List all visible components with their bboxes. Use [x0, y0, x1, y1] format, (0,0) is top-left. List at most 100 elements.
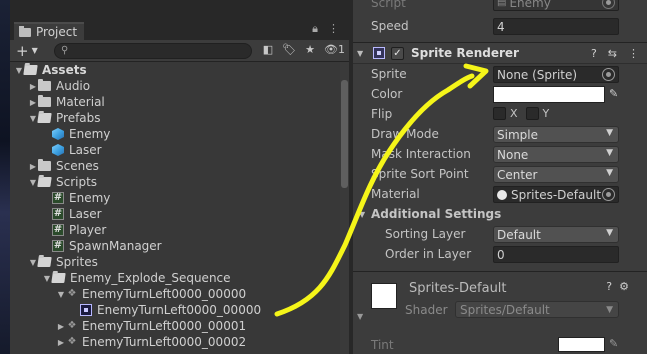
- help-icon[interactable]: ?: [606, 280, 612, 293]
- sorting-layer-value: Default: [497, 227, 541, 242]
- shader-dropdown[interactable]: Sprites/Default ▼: [455, 301, 619, 318]
- tree-item[interactable]: ▶ ❖ EnemyTurnLeft0000_00002: [10, 334, 340, 350]
- eyedropper-icon[interactable]: ✎: [609, 337, 618, 350]
- chevron-down-icon: ▼: [606, 148, 613, 158]
- order-in-layer-field[interactable]: 0: [493, 246, 619, 263]
- help-icon[interactable]: ?: [591, 47, 597, 60]
- folder-open-icon: [37, 113, 52, 123]
- collapsed-arrow-icon[interactable]: ▶: [56, 322, 66, 331]
- collapsed-arrow-icon[interactable]: ▶: [28, 82, 38, 91]
- tree-item[interactable]: Laser: [10, 142, 340, 158]
- search-by-label-icon[interactable]: 🏷︎: [282, 43, 296, 56]
- collapsed-arrow-icon[interactable]: ▶: [28, 162, 38, 171]
- script-file-icon: ▤: [497, 0, 507, 8]
- tree-item[interactable]: ▼ Sprites: [10, 254, 340, 270]
- tree-item[interactable]: ▶ ❖ EnemyTurnLeft0000_00001: [10, 318, 340, 334]
- tree-item[interactable]: # SpawnManager: [10, 238, 340, 254]
- sprite-icon: ❖: [67, 288, 77, 299]
- project-scrollbar[interactable]: [340, 62, 349, 354]
- material-preview-section: Sprites-Default ? ⚙ ▼ Shader Sprites/Def…: [353, 271, 647, 354]
- material-field[interactable]: Sprites-Default: [493, 186, 619, 203]
- lock-icon[interactable]: 🔒︎: [312, 22, 318, 36]
- hidden-packages-icon[interactable]: 👁︎1: [324, 43, 345, 56]
- additional-settings-row[interactable]: ▼ Additional Settings: [353, 204, 647, 224]
- tint-color-swatch[interactable]: [558, 337, 605, 352]
- tree-item[interactable]: ▶ Audio: [10, 78, 340, 94]
- object-picker-icon[interactable]: [602, 68, 615, 81]
- flip-x-checkbox[interactable]: [493, 107, 506, 120]
- expanded-arrow-icon[interactable]: ▼: [56, 290, 66, 299]
- tree-item[interactable]: ▼ ❖ EnemyTurnLeft0000_00000: [10, 286, 340, 302]
- preset-icon[interactable]: ⇆: [608, 47, 617, 60]
- draw-mode-label: Draw Mode: [371, 127, 439, 141]
- collapse-arrow-icon[interactable]: ▼: [357, 49, 363, 58]
- search-by-type-icon[interactable]: ◧: [263, 43, 273, 56]
- draw-mode-row: Draw Mode Simple ▼: [353, 124, 647, 144]
- tree-item[interactable]: ▶ Scenes: [10, 158, 340, 174]
- speed-field[interactable]: 4: [493, 18, 619, 35]
- tree-item[interactable]: Enemy: [10, 126, 340, 142]
- tree-item-label: Audio: [56, 79, 91, 93]
- folder-open-icon: [37, 257, 52, 267]
- shader-label: Shader: [405, 303, 448, 317]
- collapsed-arrow-icon[interactable]: ▶: [56, 338, 66, 347]
- tree-item[interactable]: ▶ Material: [10, 94, 340, 110]
- tree-item[interactable]: ▼ Enemy_Explode_Sequence: [10, 270, 340, 286]
- object-picker-icon[interactable]: [602, 0, 615, 9]
- more-menu-icon[interactable]: ⋮: [328, 22, 339, 36]
- flip-y-checkbox[interactable]: [525, 107, 539, 120]
- gear-icon[interactable]: ⚙: [619, 280, 629, 293]
- color-swatch[interactable]: [493, 86, 605, 103]
- sprite-renderer-header[interactable]: ▼ ✓ Sprite Renderer ? ⇆ ⋮: [353, 42, 647, 64]
- favorite-icon[interactable]: ★: [305, 43, 315, 56]
- plus-icon: +: [16, 41, 29, 60]
- component-enabled-checkbox[interactable]: ✓: [391, 46, 404, 60]
- mask-interaction-dropdown[interactable]: None ▼: [493, 146, 619, 163]
- collapse-arrow-icon[interactable]: ▼: [359, 210, 365, 219]
- tree-item-label: Enemy: [69, 191, 111, 205]
- material-value: Sprites-Default: [511, 187, 602, 202]
- component-title: Sprite Renderer: [411, 46, 519, 60]
- object-picker-icon[interactable]: [602, 188, 615, 201]
- sort-point-label: Sprite Sort Point: [371, 167, 469, 181]
- folder-open-icon: [51, 273, 66, 283]
- tree-item-label: Scenes: [56, 159, 99, 173]
- tree-item-label: EnemyTurnLeft0000_00001: [82, 319, 247, 333]
- tree-item[interactable]: # Player: [10, 222, 340, 238]
- context-menu-icon[interactable]: ⋮: [628, 47, 639, 60]
- tree-item[interactable]: EnemyTurnLeft0000_00000: [10, 302, 340, 318]
- create-button[interactable]: + ▼: [16, 42, 46, 60]
- tree-item[interactable]: ▼ Scripts: [10, 174, 340, 190]
- collapsed-arrow-icon[interactable]: ▶: [28, 98, 38, 107]
- additional-settings-label: Additional Settings: [371, 207, 502, 221]
- tree-item[interactable]: # Laser: [10, 206, 340, 222]
- tree-item-label: Laser: [69, 143, 102, 157]
- folder-open-icon: [23, 65, 38, 75]
- scrollbar-thumb[interactable]: [341, 80, 348, 188]
- tree-item[interactable]: ▼ Prefabs: [10, 110, 340, 126]
- project-panel: Project 🔒︎ ⋮ + ▼ ⚲ ◧ 🏷︎ ★ 👁︎1 ▼ Assets ▶ Aud…: [10, 0, 349, 354]
- material-icon: [497, 189, 507, 200]
- script-field[interactable]: ▤ Enemy: [493, 0, 619, 11]
- folder-icon: [19, 25, 31, 37]
- material-label: Material: [371, 187, 420, 201]
- sorting-layer-dropdown[interactable]: Default ▼: [493, 226, 619, 243]
- tree-item[interactable]: ▼ Assets: [10, 62, 340, 78]
- script-label: Script: [371, 0, 406, 10]
- script-icon: #: [52, 208, 64, 220]
- sorting-layer-row: Sorting Layer Default ▼: [353, 224, 647, 244]
- sort-point-dropdown[interactable]: Center ▼: [493, 166, 619, 183]
- tab-project[interactable]: Project: [14, 22, 84, 40]
- tint-label: Tint: [371, 338, 394, 352]
- tree-item-label: Scripts: [56, 175, 98, 189]
- draw-mode-dropdown[interactable]: Simple ▼: [493, 126, 619, 143]
- sprite-label: Sprite: [371, 67, 407, 81]
- tree-item-label: SpawnManager: [69, 239, 162, 253]
- tree-item[interactable]: # Enemy: [10, 190, 340, 206]
- search-input[interactable]: ⚲: [54, 42, 252, 59]
- eyedropper-icon[interactable]: ✎: [609, 87, 618, 100]
- shader-value: Sprites/Default: [460, 302, 550, 317]
- folder-icon: [38, 159, 51, 171]
- sprite-field[interactable]: None (Sprite): [493, 66, 619, 83]
- collapse-arrow-icon[interactable]: ▼: [357, 312, 363, 321]
